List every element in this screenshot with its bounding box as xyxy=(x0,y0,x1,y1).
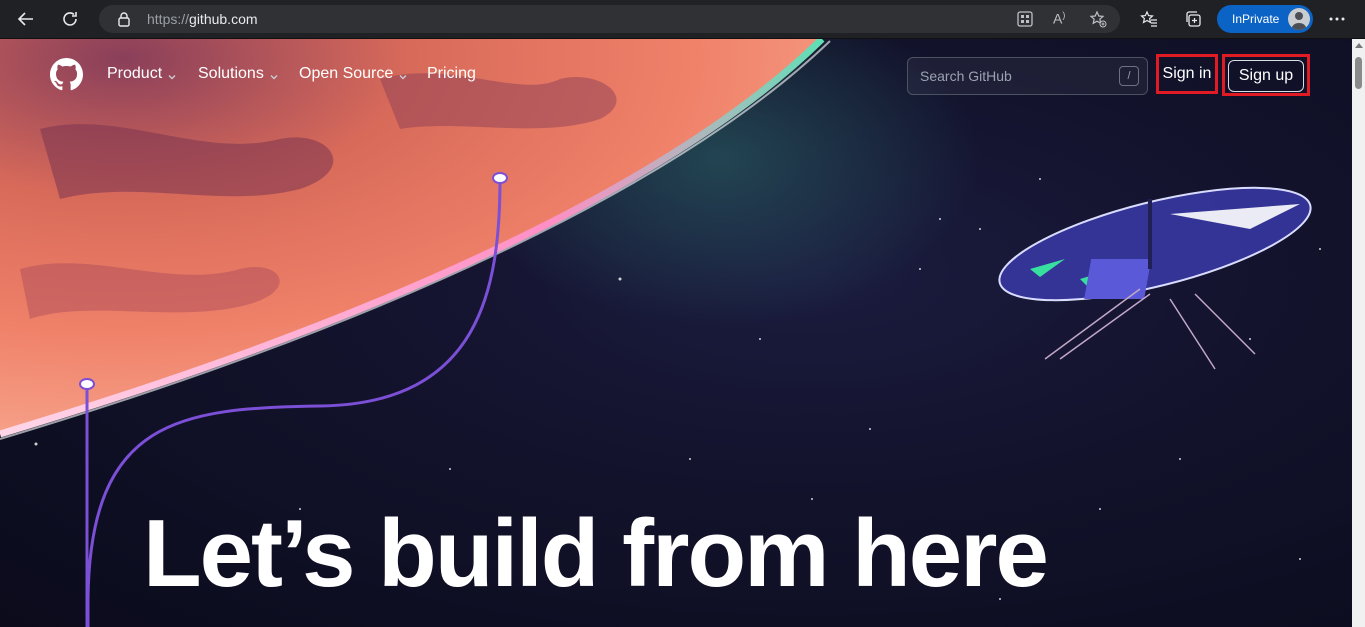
sign-up-label: Sign up xyxy=(1238,67,1294,84)
site-header: Product Solutions Open Source Pricing Se… xyxy=(0,39,1352,111)
nav-solutions-label: Solutions xyxy=(198,65,264,82)
url-scheme: https:// xyxy=(147,11,190,27)
sign-up-highlight: Sign up xyxy=(1222,54,1310,96)
sign-up-button[interactable]: Sign up xyxy=(1228,60,1304,92)
helicopter-illustration xyxy=(998,186,1312,370)
trail-node xyxy=(492,172,508,184)
url-text[interactable]: https://github.com xyxy=(147,11,258,27)
profile-avatar[interactable] xyxy=(1288,8,1310,30)
favorites-icon[interactable] xyxy=(1133,3,1165,35)
hero-headline: Let’s build from here xyxy=(143,500,1049,607)
chevron-down-icon xyxy=(167,69,177,80)
search-shortcut-key: / xyxy=(1119,66,1139,86)
scrollbar-thumb[interactable] xyxy=(1355,57,1362,89)
add-favorite-icon[interactable] xyxy=(1089,10,1107,33)
sign-in-label: Sign in xyxy=(1162,65,1212,82)
chevron-down-icon xyxy=(398,69,408,80)
github-logo-icon[interactable] xyxy=(50,58,83,91)
url-host: github.com xyxy=(189,11,258,27)
back-icon[interactable] xyxy=(10,3,42,35)
page-scrollbar[interactable] xyxy=(1352,39,1365,627)
nav-open-source[interactable]: Open Source xyxy=(299,65,408,83)
collections-icon[interactable] xyxy=(1177,3,1209,35)
scroll-up-icon[interactable] xyxy=(1355,43,1363,48)
nav-pricing[interactable]: Pricing xyxy=(427,65,476,83)
nav-pricing-label: Pricing xyxy=(427,65,476,82)
trail-node xyxy=(79,378,95,390)
inprivate-badge[interactable]: InPrivate xyxy=(1217,5,1313,33)
lock-icon[interactable] xyxy=(117,11,131,32)
search-input[interactable]: Search GitHub / xyxy=(907,57,1148,95)
chevron-down-icon xyxy=(269,69,279,80)
apps-icon[interactable] xyxy=(1017,11,1033,32)
search-placeholder: Search GitHub xyxy=(920,68,1012,84)
sign-in-button[interactable]: Sign in xyxy=(1156,54,1218,94)
nav-product-label: Product xyxy=(107,65,163,82)
inprivate-label: InPrivate xyxy=(1232,12,1280,26)
browser-toolbar: https://github.com A) InPrivate xyxy=(0,0,1365,39)
nav-open-source-label: Open Source xyxy=(299,65,394,82)
refresh-icon[interactable] xyxy=(54,3,86,35)
nav-solutions[interactable]: Solutions xyxy=(198,65,279,83)
more-options-icon[interactable] xyxy=(1321,3,1353,35)
read-aloud-icon[interactable]: A) xyxy=(1053,10,1065,27)
nav-product[interactable]: Product xyxy=(107,65,177,83)
hero-section: Product Solutions Open Source Pricing Se… xyxy=(0,39,1352,627)
address-bar[interactable]: https://github.com A) xyxy=(99,5,1120,33)
